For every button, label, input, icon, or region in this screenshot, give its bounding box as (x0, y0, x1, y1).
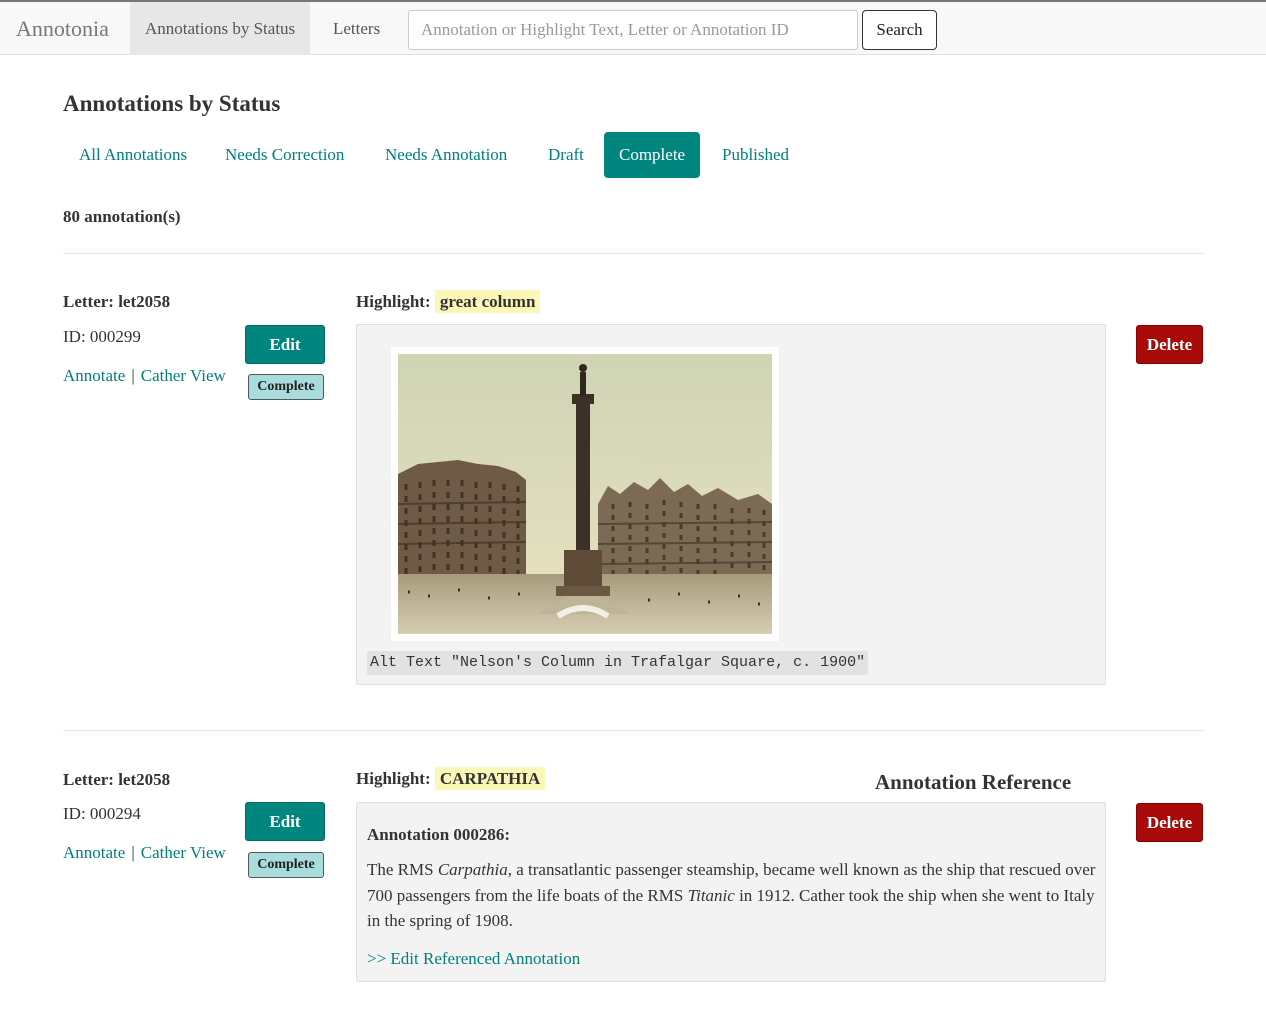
cather-view-link[interactable]: Cather View (141, 366, 226, 385)
tab-draft[interactable]: Draft (533, 132, 599, 178)
tab-needs-annotation[interactable]: Needs Annotation (370, 132, 522, 178)
status-badge: Complete (248, 374, 324, 400)
top-navbar: Annotonia Annotations by Status Letters … (0, 0, 1266, 55)
annotation-count: 80 annotation(s) (63, 207, 181, 226)
ship-name: Titanic (687, 885, 735, 905)
letter-label: Letter: let2058 (63, 292, 171, 311)
edit-button[interactable]: Edit (245, 802, 325, 841)
annotation-reference-heading: Annotation Reference (875, 770, 1072, 794)
ship-name: Carpathia (437, 860, 508, 879)
annotate-link[interactable]: Annotate (63, 366, 125, 385)
annotation-id: ID: 000299 (63, 327, 141, 346)
nav-tab-letters[interactable]: Letters (318, 2, 395, 55)
nelsons-column-photo (398, 354, 772, 634)
image-frame (391, 347, 779, 641)
delete-button[interactable]: Delete (1136, 803, 1203, 842)
edit-referenced-annotation-link[interactable]: >> Edit Referenced Annotation (367, 949, 580, 969)
highlight-text: great column (434, 290, 541, 313)
highlight-label: Highlight: great column (356, 290, 541, 313)
highlight-label: Highlight: CARPATHIA (356, 767, 546, 790)
brand-logo[interactable]: Annotonia (16, 16, 109, 42)
status-badge: Complete (248, 852, 324, 878)
tab-complete[interactable]: Complete (604, 132, 701, 178)
annotation-body: The RMS Carpathia, a transatlantic passe… (367, 857, 1097, 934)
nav-tab-annotations-by-status[interactable]: Annotations by Status (130, 2, 311, 55)
annotation-panel: Alt Text "Nelson's Column in Trafalgar S… (356, 324, 1106, 685)
annotation-id: ID: 000294 (63, 804, 141, 823)
highlight-text: CARPATHIA (434, 767, 546, 790)
annotation-panel: Annotation 000286: The RMS Carpathia, a … (356, 802, 1106, 982)
body-text: The RMS (367, 860, 438, 879)
letter-label: Letter: let2058 (63, 770, 171, 789)
tab-all-annotations[interactable]: All Annotations (64, 132, 202, 178)
annotate-link[interactable]: Annotate (63, 843, 125, 862)
tab-needs-correction[interactable]: Needs Correction (210, 132, 359, 178)
link-separator: | (131, 366, 135, 385)
alt-text: Alt Text "Nelson's Column in Trafalgar S… (367, 651, 869, 675)
search-input[interactable] (408, 10, 858, 50)
link-separator: | (131, 843, 135, 862)
referenced-annotation-title: Annotation 000286: (367, 825, 511, 844)
divider (63, 730, 1205, 731)
tab-published[interactable]: Published (707, 132, 804, 178)
entry-links: Annotate | Cather View (63, 366, 226, 386)
entry-links: Annotate | Cather View (63, 843, 226, 863)
page-title: Annotations by Status (63, 91, 281, 116)
edit-button[interactable]: Edit (245, 325, 325, 364)
divider (63, 253, 1205, 254)
delete-button[interactable]: Delete (1136, 325, 1203, 364)
highlight-prefix: Highlight: (356, 292, 431, 311)
highlight-prefix: Highlight: (356, 769, 431, 788)
search-button[interactable]: Search (862, 10, 937, 50)
cather-view-link[interactable]: Cather View (141, 843, 226, 862)
